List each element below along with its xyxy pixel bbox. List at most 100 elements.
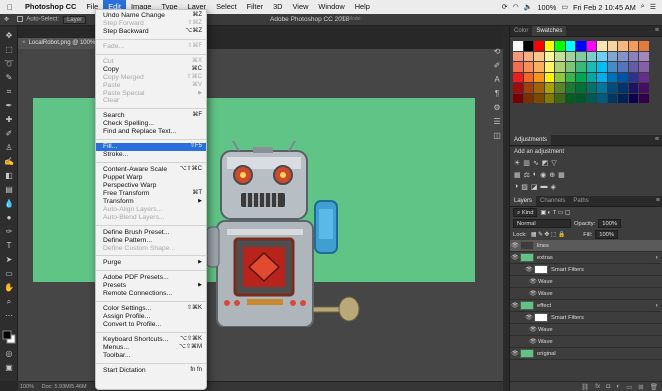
swatch[interactable] — [628, 83, 638, 93]
layer-row[interactable]: 👁 extras ◐ — [510, 252, 662, 264]
swatch[interactable] — [607, 83, 617, 93]
visibility-eye-icon[interactable]: 👁 — [528, 326, 538, 333]
smart-filter-row[interactable]: 👁 Smart Filters — [510, 264, 662, 276]
smart-filter-row[interactable]: 👁 Smart Filters — [510, 312, 662, 324]
auto-select-checkbox[interactable] — [17, 16, 24, 23]
layer-name[interactable]: Smart Filters — [551, 267, 584, 273]
swatch[interactable] — [565, 62, 575, 72]
swatch[interactable] — [523, 62, 533, 72]
swatch[interactable] — [576, 51, 586, 61]
edit-menu-item[interactable]: Content-Aware Scale ⌥⇧⌘C — [96, 166, 206, 174]
swatch[interactable] — [628, 93, 638, 103]
swatch[interactable] — [544, 72, 554, 82]
crop-tool-icon[interactable]: ⌗ — [2, 86, 16, 97]
visibility-eye-icon[interactable]: 👁 — [524, 266, 534, 273]
swatch[interactable] — [597, 72, 607, 82]
swatch[interactable] — [513, 41, 523, 51]
menu-window[interactable]: Window — [313, 0, 349, 14]
smart-filter-row[interactable]: 👁 Wave — [510, 276, 662, 288]
tab-swatches[interactable]: Swatches — [532, 26, 567, 36]
swatch[interactable] — [597, 83, 607, 93]
layer-row[interactable]: 👁 original — [510, 348, 662, 360]
zoom-level[interactable]: 100% — [20, 384, 34, 390]
posterize-icon[interactable]: ▨ — [521, 183, 528, 191]
wifi-icon[interactable]: ◠ — [513, 3, 519, 11]
swatch[interactable] — [628, 51, 638, 61]
swatch[interactable] — [607, 41, 617, 51]
swatch[interactable] — [639, 93, 649, 103]
swatch[interactable] — [513, 93, 523, 103]
swatch[interactable] — [534, 62, 544, 72]
smart-filter-row[interactable]: 👁 Wave — [510, 288, 662, 300]
path-selection-tool-icon[interactable]: ➤ — [2, 254, 16, 265]
swatch[interactable] — [586, 83, 596, 93]
swatch[interactable] — [607, 51, 617, 61]
swatch[interactable] — [639, 83, 649, 93]
tab-layers[interactable]: Layers — [510, 196, 537, 206]
tab-paths[interactable]: Paths — [569, 196, 592, 206]
swatch[interactable] — [597, 93, 607, 103]
kind-filter-dropdown[interactable]: ⌕ Kind — [513, 208, 538, 217]
visibility-eye-icon[interactable]: 👁 — [524, 314, 534, 321]
menu-help[interactable]: Help — [350, 0, 375, 14]
color-lookup-icon[interactable]: ▦ — [558, 171, 565, 179]
blend-mode-dropdown[interactable]: Normal — [513, 219, 571, 228]
healing-brush-tool-icon[interactable]: ✚ — [2, 114, 16, 125]
tab-color[interactable]: Color — [510, 26, 532, 36]
menu-view[interactable]: View — [288, 0, 314, 14]
layer-name[interactable]: Smart Filters — [551, 315, 584, 321]
link-layers-icon[interactable]: ⛓ — [581, 383, 589, 391]
swatch[interactable] — [555, 62, 565, 72]
document-workspace[interactable] — [18, 49, 503, 381]
quick-mask-icon[interactable]: ◎ — [2, 348, 16, 359]
edit-menu-item[interactable]: Free Transform ⌘T — [96, 190, 206, 198]
apple-icon[interactable]:  — [0, 3, 20, 12]
swatch[interactable] — [523, 51, 533, 61]
layer-name[interactable]: Wave — [538, 339, 553, 345]
visibility-eye-icon[interactable]: 👁 — [510, 254, 520, 261]
move-tool-icon[interactable]: ✥ — [0, 16, 13, 23]
move-tool-icon[interactable]: ✥ — [2, 30, 16, 41]
new-group-icon[interactable]: ▭ — [626, 383, 632, 391]
battery-percent[interactable]: 100% — [537, 3, 556, 12]
swatch[interactable] — [513, 62, 523, 72]
document-tab[interactable]: × LocalRobot.png @ 100% — [18, 38, 96, 49]
filter-icons[interactable]: ▣ ◐ T ▭ ▢ — [540, 210, 570, 216]
swatch[interactable] — [639, 72, 649, 82]
swatch[interactable] — [534, 41, 544, 51]
swatch[interactable] — [639, 41, 649, 51]
edit-menu-item[interactable]: Assign Profile... — [96, 313, 206, 321]
menu-3d[interactable]: 3D — [268, 0, 287, 14]
hue-saturation-icon[interactable]: ▦ — [514, 171, 521, 179]
lasso-tool-icon[interactable]: ➰ — [2, 58, 16, 69]
edit-menu-item[interactable]: Undo Name Change ⌘Z — [96, 12, 206, 20]
edit-menu-item[interactable]: Stroke... — [96, 151, 206, 159]
swatch[interactable] — [639, 51, 649, 61]
navigator-panel-icon[interactable]: ◫ — [492, 130, 503, 141]
add-mask-icon[interactable]: ◘ — [606, 383, 610, 390]
layer-name[interactable]: Wave — [538, 327, 553, 333]
swatch[interactable] — [628, 62, 638, 72]
vibrance-icon[interactable]: ▽ — [551, 159, 556, 167]
swatch[interactable] — [576, 41, 586, 51]
black-white-icon[interactable]: ◐ — [533, 171, 537, 179]
edit-menu-item[interactable]: Color Settings... ⇧⌘K — [96, 305, 206, 313]
tab-adjustments[interactable]: Adjustments — [510, 135, 552, 145]
dodge-tool-icon[interactable]: ● — [2, 212, 16, 223]
edit-menu-item[interactable]: Remote Connections... — [96, 290, 206, 298]
swatch[interactable] — [523, 72, 533, 82]
more-tools-icon[interactable]: ⋯ — [2, 310, 16, 321]
layer-row[interactable]: 👁 lines — [510, 240, 662, 252]
swatch[interactable] — [576, 62, 586, 72]
swatch[interactable] — [628, 72, 638, 82]
color-balance-icon[interactable]: ⚖ — [524, 171, 530, 179]
swatch[interactable] — [555, 51, 565, 61]
threshold-icon[interactable]: ◪ — [531, 183, 538, 191]
swatch[interactable] — [513, 51, 523, 61]
edit-menu-item[interactable]: Find and Replace Text... — [96, 128, 206, 136]
swatch[interactable] — [555, 83, 565, 93]
layer-name[interactable]: extras — [537, 255, 553, 261]
swatch[interactable] — [544, 51, 554, 61]
edit-menu-item[interactable]: Purge ▶ — [96, 259, 206, 267]
auto-select-dropdown[interactable]: Layer — [63, 15, 87, 24]
